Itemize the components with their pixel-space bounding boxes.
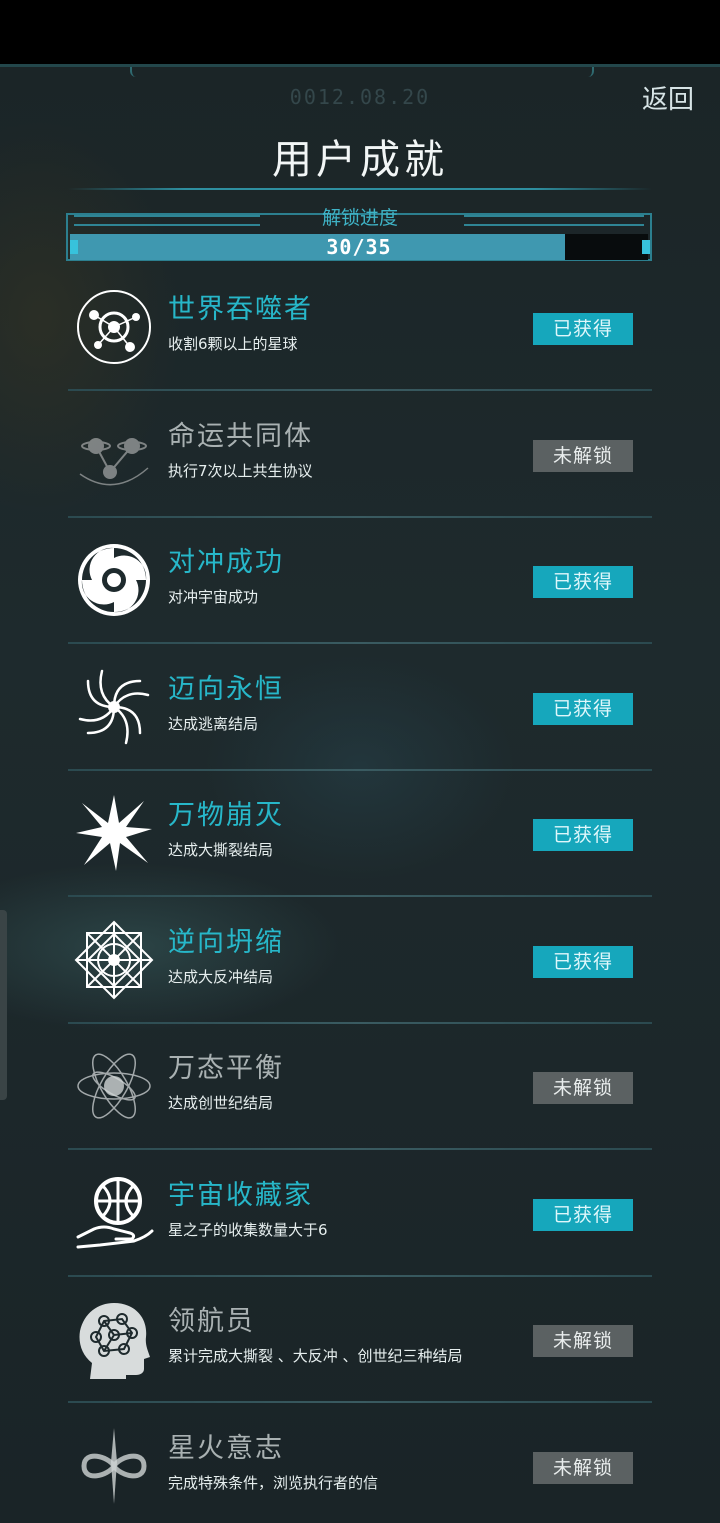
achievement-description: 星之子的收集数量大于6 [168, 1221, 508, 1239]
brain-head-icon [74, 1299, 154, 1379]
progress-cap-right [642, 240, 650, 254]
earned-badge[interactable]: 已获得 [533, 566, 633, 598]
hand-holding-orb-icon [74, 1173, 154, 1253]
earned-badge[interactable]: 已获得 [533, 313, 633, 345]
progress-label: 解锁进度 [0, 203, 720, 230]
achievement-description: 达成大反冲结局 [168, 968, 508, 986]
achievement-description: 达成逃离结局 [168, 715, 508, 733]
earned-badge[interactable]: 已获得 [533, 693, 633, 725]
achievement-row: 逆向坍缩达成大反冲结局 已获得 [68, 898, 652, 1024]
progress-cap-left [70, 240, 78, 254]
achievement-row: 世界吞噬者收割6颗以上的星球 已获得 [68, 265, 652, 391]
back-button[interactable]: 返回 [642, 79, 694, 116]
achievement-name: 迈向永恒 [168, 667, 284, 706]
achievement-description: 达成大撕裂结局 [168, 841, 508, 859]
progress-bar: 30/35 [70, 234, 648, 260]
achievement-row: 宇宙收藏家星之子的收集数量大于6 已获得 [68, 1151, 652, 1277]
status-bar [0, 0, 720, 64]
achievement-description: 完成特殊条件，浏览执行者的信 [168, 1474, 508, 1492]
burst-explosion-icon [74, 793, 154, 873]
achievement-description: 累计完成大撕裂 、大反冲 、创世纪三种结局 [168, 1347, 508, 1365]
side-drawer-handle[interactable] [0, 910, 7, 1100]
achievement-name: 对冲成功 [168, 540, 284, 579]
achievement-row: 万态平衡达成创世纪结局 未解锁 [68, 1024, 652, 1150]
achievement-name: 星火意志 [168, 1426, 284, 1465]
spiral-galaxy-icon [74, 667, 154, 747]
earned-badge[interactable]: 已获得 [533, 1199, 633, 1231]
star-infinity-icon [74, 1426, 154, 1506]
planet-orbit-icon [74, 287, 154, 367]
achievement-name: 万物崩灭 [168, 793, 284, 832]
earned-badge[interactable]: 已获得 [533, 946, 633, 978]
locked-badge[interactable]: 未解锁 [533, 1072, 633, 1104]
achievement-description: 执行7次以上共生协议 [168, 462, 508, 480]
vortex-swirl-icon [74, 540, 154, 620]
achievement-description: 收割6颗以上的星球 [168, 335, 508, 353]
locked-badge[interactable]: 未解锁 [533, 1452, 633, 1484]
page-title: 用户成就 [0, 127, 720, 185]
achievement-row: 星火意志完成特殊条件，浏览执行者的信 未解锁 [68, 1404, 652, 1523]
locked-badge[interactable]: 未解锁 [533, 440, 633, 472]
achievement-row: 领航员累计完成大撕裂 、大反冲 、创世纪三种结局 未解锁 [68, 1277, 652, 1403]
achievement-row: 万物崩灭达成大撕裂结局 已获得 [68, 771, 652, 897]
locked-badge[interactable]: 未解锁 [533, 1325, 633, 1357]
game-date: 0012.08.20 [0, 85, 720, 109]
achievement-name: 万态平衡 [168, 1046, 284, 1085]
mandala-crystal-icon [74, 920, 154, 1000]
linked-planets-icon [74, 414, 154, 494]
panel-frame-tab [130, 64, 594, 77]
atom-orbits-icon [74, 1046, 154, 1126]
achievement-name: 宇宙收藏家 [168, 1173, 313, 1212]
achievement-description: 达成创世纪结局 [168, 1094, 508, 1112]
title-divider [68, 188, 652, 190]
achievement-name: 世界吞噬者 [168, 287, 313, 326]
achievement-row: 对冲成功对冲宇宙成功 已获得 [68, 518, 652, 644]
achievement-name: 命运共同体 [168, 414, 313, 453]
achievement-name: 逆向坍缩 [168, 920, 284, 959]
earned-badge[interactable]: 已获得 [533, 819, 633, 851]
achievement-description: 对冲宇宙成功 [168, 588, 508, 606]
progress-count: 30/35 [70, 234, 648, 260]
achievement-row: 命运共同体执行7次以上共生协议 未解锁 [68, 392, 652, 518]
achievement-row: 迈向永恒达成逃离结局 已获得 [68, 645, 652, 771]
achievements-panel: 0012.08.20 返回 用户成就 解锁进度 30/35 世界吞噬者收割6颗以… [0, 64, 720, 1523]
achievement-name: 领航员 [168, 1299, 255, 1338]
